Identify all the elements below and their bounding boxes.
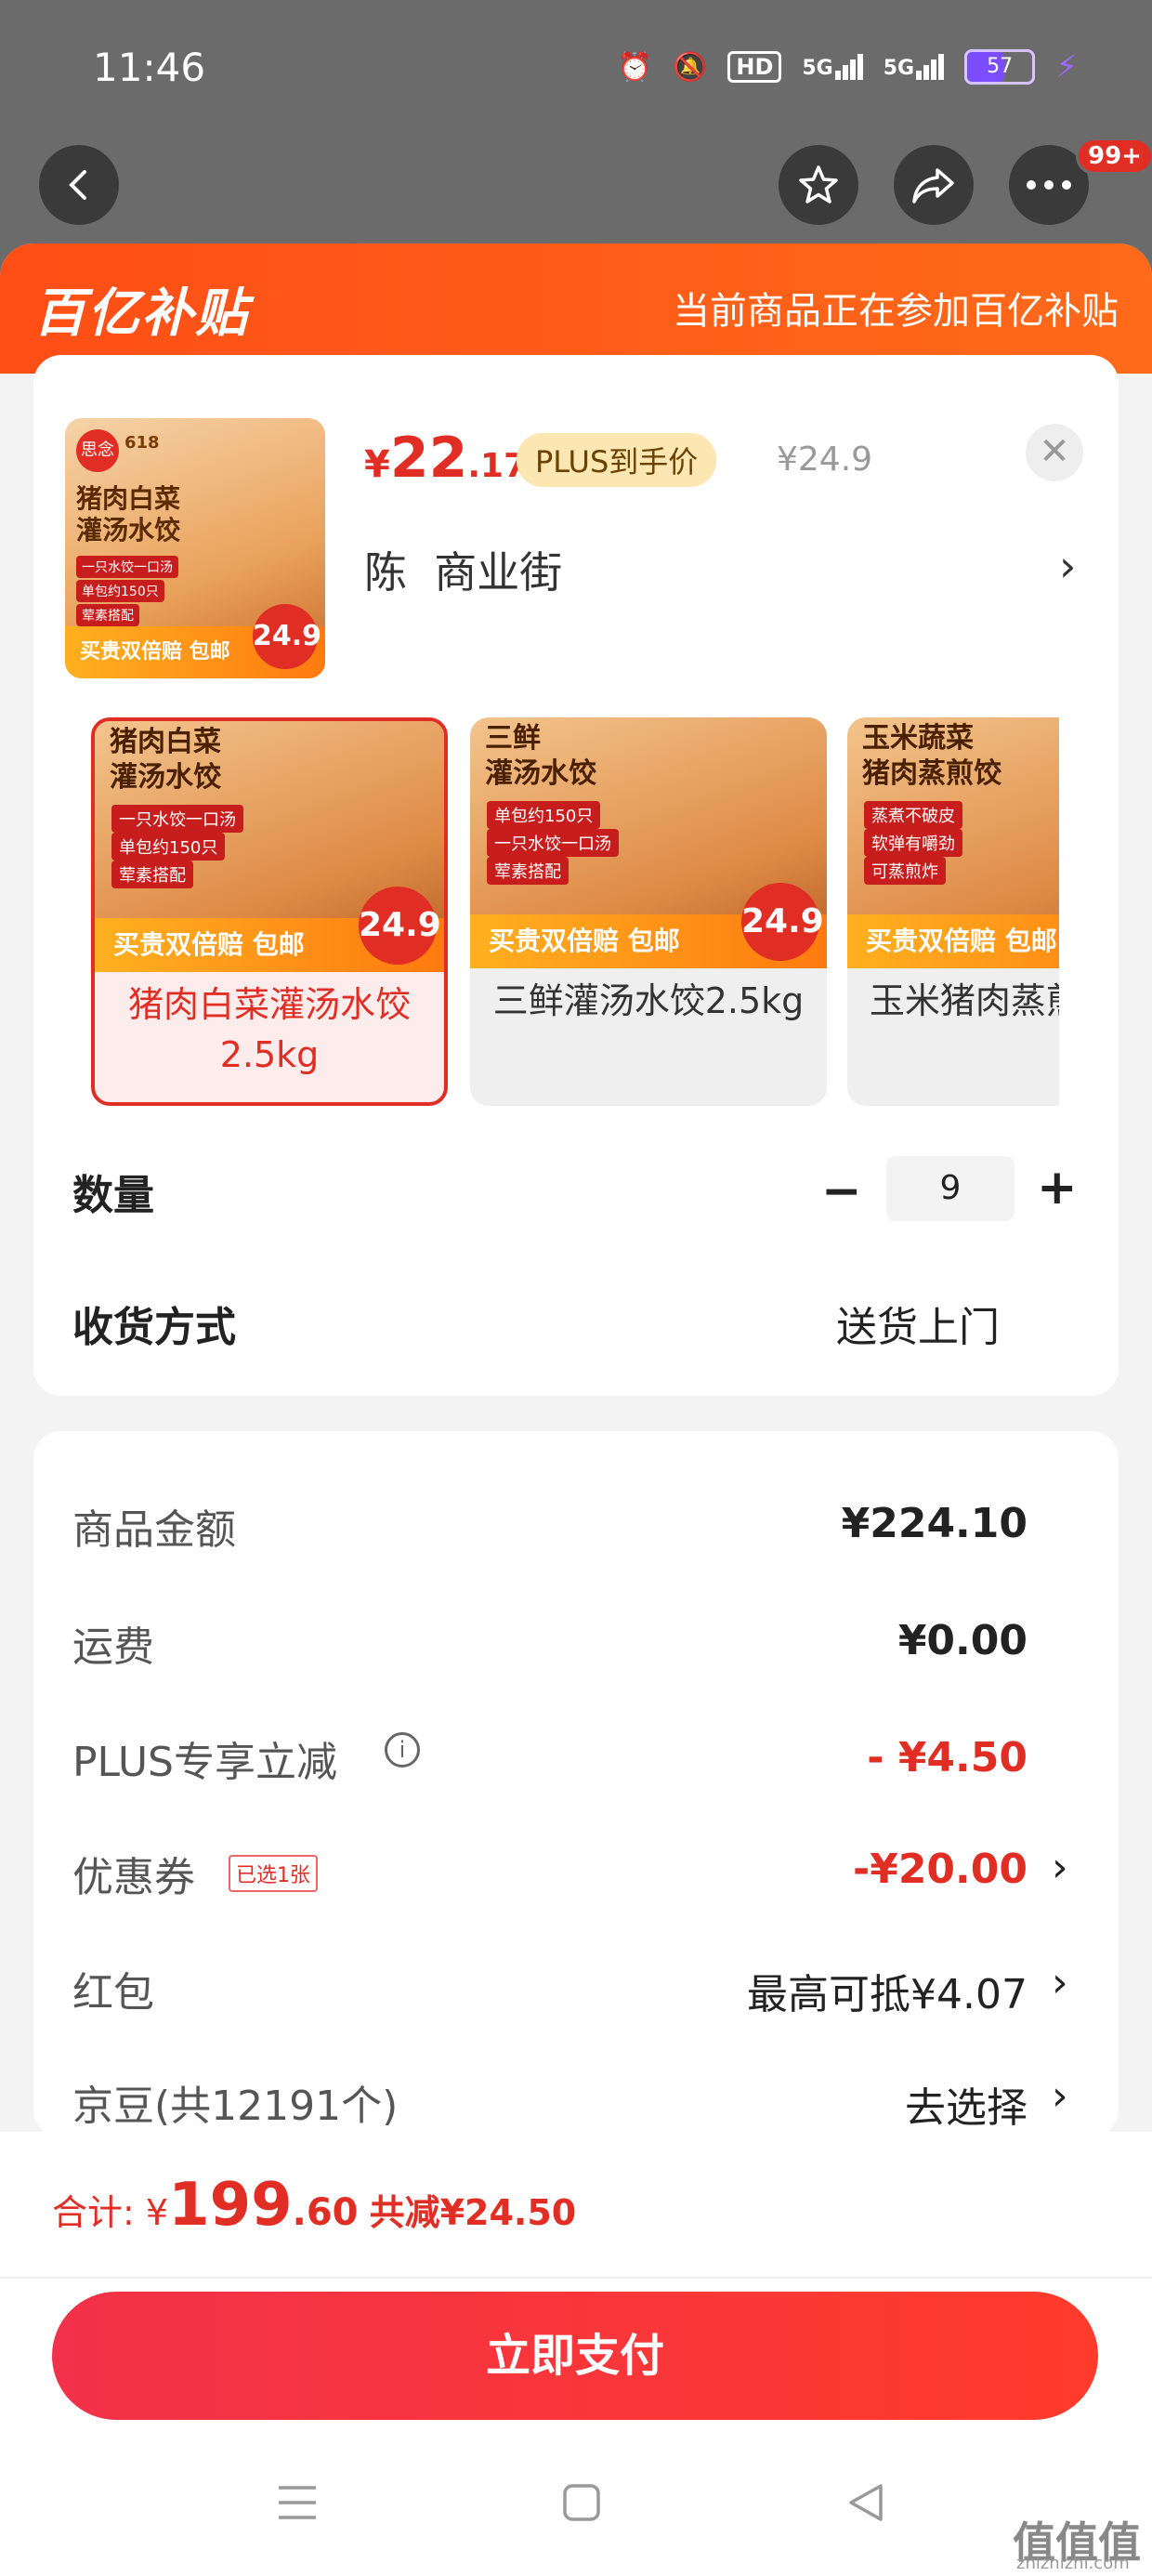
chevron-right-icon[interactable]: › [1052, 1959, 1068, 2006]
promo-618: 618 [124, 433, 160, 453]
signal-icon-2: 5G [884, 54, 945, 80]
red-packet-label: 红包 [72, 1969, 154, 2017]
product-price: ¥22.17 [364, 426, 528, 491]
thumb-price: 24.9 [253, 604, 321, 669]
notification-badge: 99+ [1076, 138, 1152, 175]
variant-option[interactable]: 三鲜 灌汤水饺 单包约150只 一只水饺一口汤 荤素搭配 买贵双倍赔 包邮 24… [470, 717, 827, 1106]
mute-icon: 🔕 [673, 50, 708, 84]
shipping-label: 运费 [72, 1623, 154, 1671]
variant-option[interactable]: 猪肉白菜 灌汤水饺 一只水饺一口汤 单包约150只 荤素搭配 买贵双倍赔 包邮 … [91, 717, 448, 1106]
delivery-method-label: 收货方式 [72, 1304, 236, 1351]
brand-logo: 思念 [76, 429, 119, 472]
plus-discount-label: PLUS专享立减 [72, 1739, 337, 1786]
share-icon [912, 168, 954, 204]
quantity-input[interactable]: 9 [886, 1156, 1015, 1221]
chevron-right-icon[interactable]: › [1052, 2072, 1068, 2120]
subsidy-logo: 百亿补贴 [33, 283, 249, 344]
subsidy-text: 当前商品正在参加百亿补贴 [673, 290, 1119, 333]
divider [0, 2277, 1152, 2279]
hd-icon: HD [727, 51, 782, 83]
thumb-title: 猪肉白菜 灌汤水饺 [76, 483, 181, 545]
coupon-value[interactable]: -¥20.00 [853, 1846, 1028, 1893]
back-button[interactable] [39, 145, 119, 225]
watermark-url: zhizhizhi.com [1016, 2554, 1130, 2573]
close-button[interactable]: ✕ [1026, 424, 1083, 481]
order-total: 合计: ¥199.60 共减¥24.50 [52, 2171, 577, 2240]
plus-price-badge: PLUS到手价 [517, 433, 717, 487]
variant-option[interactable]: 玉米蔬菜 猪肉蒸煎饺 蒸煮不破皮 软弹有嚼劲 可蒸煎炸 买贵双倍赔 包邮 玉米猪… [847, 717, 1059, 1106]
quantity-increase-button[interactable]: + [1037, 1160, 1078, 1216]
variant-label: 三鲜灌汤水饺2.5kg [492, 980, 805, 1021]
variant-image: 猪肉白菜 灌汤水饺 一只水饺一口汤 单包约150只 荤素搭配 买贵双倍赔 包邮 … [95, 721, 444, 972]
chevron-right-icon[interactable]: › [1059, 541, 1076, 591]
quantity-decrease-button[interactable]: − [821, 1163, 862, 1219]
variant-label: 玉米猪肉蒸煎饺2kg [869, 980, 1059, 1021]
delivery-address[interactable]: 陈 商业街 [364, 539, 562, 600]
variant-label: 猪肉白菜灌汤水饺2.5kg [127, 984, 411, 1075]
coupon-label: 优惠券 [72, 1854, 195, 1901]
home-icon[interactable] [561, 2479, 602, 2535]
back-nav-icon[interactable] [845, 2479, 886, 2535]
variant-image: 玉米蔬菜 猪肉蒸煎饺 蒸煮不破皮 软弹有嚼劲 可蒸煎炸 买贵双倍赔 包邮 [847, 717, 1059, 968]
charging-icon: ⚡ [1055, 48, 1078, 85]
thumb-tag: 一只水饺一口汤 [76, 556, 178, 578]
status-icons: ⏰ 🔕 HD 5G 5G 57 ⚡ [618, 48, 1078, 85]
red-packet-value[interactable]: 最高可抵¥4.07 [747, 1961, 1028, 2020]
plus-discount-value: - ¥4.50 [867, 1734, 1028, 1781]
product-thumbnail: 思念 618 猪肉白菜 灌汤水饺 一只水饺一口汤 单包约150只 荤素搭配 买贵… [65, 418, 325, 678]
jd-beans-label: 京豆(共12191个) [72, 2083, 399, 2130]
thumb-tag: 单包约150只 [76, 580, 164, 602]
pay-now-button[interactable]: 立即支付 [52, 2292, 1098, 2420]
delivery-method-value[interactable]: 送货上门 [836, 1294, 1000, 1353]
shipping-value: ¥0.00 [897, 1617, 1028, 1664]
coupon-selected-tag: 已选1张 [229, 1855, 318, 1892]
info-icon[interactable]: i [385, 1732, 420, 1768]
chevron-left-icon [69, 170, 86, 200]
status-time: 11:46 [93, 45, 206, 90]
thumb-tag: 荤素搭配 [76, 604, 139, 626]
quantity-label: 数量 [72, 1172, 154, 1219]
variant-list: 猪肉白菜 灌汤水饺 一只水饺一口汤 单包约150只 荤素搭配 买贵双倍赔 包邮 … [89, 717, 1059, 1113]
chevron-right-icon[interactable]: › [1052, 1844, 1068, 1891]
signal-icon-1: 5G [802, 54, 863, 80]
variant-image: 三鲜 灌汤水饺 单包约150只 一只水饺一口汤 荤素搭配 买贵双倍赔 包邮 24… [470, 717, 827, 968]
favorite-button[interactable] [779, 145, 858, 225]
goods-amount-value: ¥224.10 [841, 1500, 1028, 1547]
share-button[interactable] [894, 145, 974, 225]
menu-icon[interactable] [275, 2479, 320, 2535]
subsidy-banner: 百亿补贴 当前商品正在参加百亿补贴 [0, 243, 1152, 374]
jd-beans-value[interactable]: 去选择 [905, 2074, 1028, 2134]
star-icon [799, 165, 838, 204]
goods-amount-label: 商品金额 [72, 1506, 236, 1554]
alarm-icon: ⏰ [617, 50, 652, 84]
more-icon [1027, 180, 1071, 190]
original-price: ¥24.9 [777, 440, 873, 479]
battery-icon: 57 [964, 49, 1036, 85]
